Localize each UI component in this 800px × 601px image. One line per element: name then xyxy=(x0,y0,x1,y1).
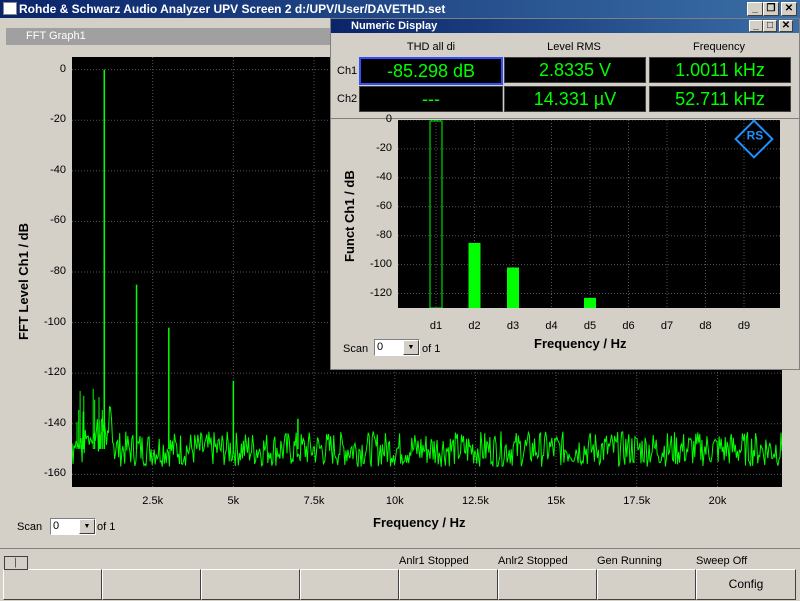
softkey-5[interactable] xyxy=(399,569,498,600)
numeric-maximize-button[interactable]: □ xyxy=(763,20,777,32)
harmonics-x-tick-label: d6 xyxy=(622,320,635,332)
harmonics-scan-value: 0 xyxy=(377,341,384,353)
window-titlebar: Rohde & Schwarz Audio Analyzer UPV Scree… xyxy=(0,0,800,18)
app-icon xyxy=(3,2,17,15)
row-label-ch2: Ch2 xyxy=(337,93,358,105)
fft-y-tick-label: 0 xyxy=(59,62,66,75)
column-header-frequency: Frequency xyxy=(693,41,745,53)
status-bar: Anlr1 Stopped Anlr2 Stopped Gen Running … xyxy=(0,548,800,601)
maximize-button[interactable]: ❐ xyxy=(763,2,779,16)
fft-x-tick-label: 7.5k xyxy=(303,495,325,507)
harmonics-x-tick-label: d7 xyxy=(660,320,674,332)
fft-y-tick-label: -60 xyxy=(50,214,66,227)
ch2-level-value[interactable]: 14.331 µV xyxy=(504,86,646,112)
fft-x-tick-label: 20k xyxy=(708,495,727,507)
fft-y-tick-label: -80 xyxy=(50,265,66,277)
harmonics-bar xyxy=(584,297,596,308)
harmonics-y-tick-label: -40 xyxy=(376,170,392,183)
harmonics-x-tick-label: d2 xyxy=(468,320,481,332)
harmonics-scan-of: of 1 xyxy=(422,343,441,355)
softkey-6[interactable] xyxy=(498,569,597,600)
window-title: Rohde & Schwarz Audio Analyzer UPV Scree… xyxy=(19,2,446,16)
harmonics-plot xyxy=(398,120,780,308)
harmonics-x-tick-label: d3 xyxy=(506,320,520,332)
fft-scan-label: Scan xyxy=(17,521,43,533)
ch2-frequency-value[interactable]: 52.711 kHz xyxy=(649,86,791,112)
config-button[interactable]: Config xyxy=(696,569,796,600)
fft-y-axis-label: FFT Level Ch1 / dB xyxy=(16,222,31,340)
gen-status: Gen Running xyxy=(597,555,662,567)
fft-x-tick-label: 12.5k xyxy=(461,495,489,507)
fft-scan-select[interactable]: 0 ▼ xyxy=(50,518,96,535)
fft-x-tick-label: 5k xyxy=(227,495,240,507)
fft-scan-of: of 1 xyxy=(97,521,116,533)
harmonics-x-tick-label: d8 xyxy=(699,320,712,332)
fft-y-tick-label: -120 xyxy=(43,366,66,379)
sweep-status: Sweep Off xyxy=(696,555,748,567)
minimize-button[interactable]: _ xyxy=(747,2,763,16)
chevron-down-icon[interactable]: ▼ xyxy=(403,340,419,355)
fft-x-tick-label: 17.5k xyxy=(623,495,651,507)
ch1-frequency-value[interactable]: 1.0011 kHz xyxy=(649,57,791,83)
softkey-2[interactable] xyxy=(102,569,201,600)
softkey-3[interactable] xyxy=(201,569,300,600)
harmonics-y-tick-label: -100 xyxy=(369,257,392,270)
harmonics-bar xyxy=(468,242,481,308)
fft-x-axis-label: Frequency / Hz xyxy=(373,515,466,530)
harmonics-scan-select[interactable]: 0 ▼ xyxy=(374,339,420,356)
status-indicator-icon[interactable]: │ xyxy=(4,556,28,570)
numeric-display-window: Numeric Display _ □ ✕ THD all di Level R… xyxy=(330,18,800,120)
numeric-minimize-button[interactable]: _ xyxy=(749,20,763,32)
numeric-close-button[interactable]: ✕ xyxy=(779,20,793,32)
numeric-display-titlebar: Numeric Display _ □ ✕ xyxy=(331,19,799,33)
softkey-1[interactable] xyxy=(3,569,102,600)
harmonics-y-tick-label: -80 xyxy=(376,228,392,241)
fft-y-tick-label: -160 xyxy=(43,467,66,480)
fft-graph-title: FFT Graph1 xyxy=(26,30,86,42)
harmonics-x-tick-label: d4 xyxy=(545,320,558,332)
ch2-thd-value[interactable]: --- xyxy=(359,86,503,112)
harmonics-x-tick-label: d1 xyxy=(429,320,443,332)
harmonics-x-tick-label: d5 xyxy=(583,320,597,332)
column-header-level-rms: Level RMS xyxy=(547,41,601,53)
harmonics-y-tick-label: -20 xyxy=(376,141,392,154)
harmonics-x-tick-label: d9 xyxy=(737,320,751,332)
fft-y-tick-label: -40 xyxy=(50,163,66,176)
harmonics-y-tick-label: -60 xyxy=(376,199,392,212)
harmonics-scan-label: Scan xyxy=(343,343,369,355)
fft-y-tick-label: -140 xyxy=(43,416,66,429)
fft-scan-value: 0 xyxy=(53,520,60,532)
harmonics-bar xyxy=(507,267,519,308)
chevron-down-icon[interactable]: ▼ xyxy=(79,519,95,534)
harmonics-y-axis-label: Funct Ch1 / dB xyxy=(342,170,357,262)
anlr2-status: Anlr2 Stopped xyxy=(498,555,568,567)
column-header-thd: THD all di xyxy=(406,41,456,53)
harmonics-y-tick-label: 0 xyxy=(385,113,392,125)
close-button[interactable]: ✕ xyxy=(781,2,797,16)
softkey-4[interactable] xyxy=(300,569,399,600)
fft-y-tick-label: -20 xyxy=(50,113,66,126)
fft-x-tick-label: 10k xyxy=(385,495,404,507)
harmonics-plot-background xyxy=(398,120,780,308)
fft-x-tick-label: 15k xyxy=(547,495,565,507)
harmonics-x-axis-label: Frequency / Hz xyxy=(534,336,627,351)
row-label-ch1: Ch1 xyxy=(337,65,358,77)
ch1-level-value[interactable]: 2.8335 V xyxy=(504,57,646,83)
anlr1-status: Anlr1 Stopped xyxy=(399,555,469,567)
numeric-display-title: Numeric Display xyxy=(351,20,438,32)
harmonics-y-tick-label: -120 xyxy=(369,286,392,299)
softkey-7[interactable] xyxy=(597,569,696,600)
fft-x-tick-label: 2.5k xyxy=(142,495,164,507)
fft-y-tick-label: -100 xyxy=(43,315,66,328)
ch1-thd-value[interactable]: -85.298 dB xyxy=(359,57,503,85)
